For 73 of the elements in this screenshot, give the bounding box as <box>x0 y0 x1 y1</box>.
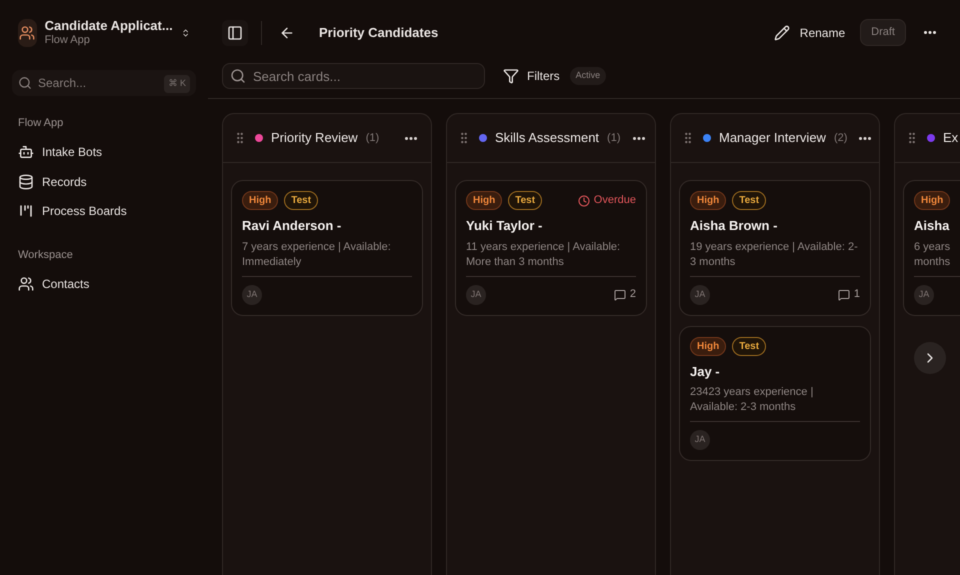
sidebar-item[interactable]: Intake Bots <box>12 138 196 167</box>
pencil-icon <box>774 24 790 40</box>
overdue-label: Overdue <box>594 193 636 208</box>
sidebar-icon <box>227 24 243 40</box>
ellipsis-icon <box>859 136 872 140</box>
status-badge: Draft <box>860 19 906 46</box>
candidate-details: 11 years experience | Available: More than 3 months <box>466 240 622 270</box>
candidate-name: Aisha Brown - <box>690 217 778 235</box>
candidate-details: 6 years months <box>914 240 952 270</box>
priority-badge: High <box>466 191 502 210</box>
column-title: Manager Interview <box>719 129 826 148</box>
tag-badge: Test <box>732 336 766 356</box>
avatar: JA <box>690 284 710 304</box>
sidebar-toggle-button[interactable] <box>222 20 248 46</box>
tag-badge: Test <box>732 191 766 210</box>
ellipsis-icon <box>405 136 417 140</box>
ellipsis-icon <box>924 31 936 34</box>
rename-button[interactable]: Rename <box>774 24 846 42</box>
database-icon <box>18 174 34 190</box>
tag-badge: Test <box>508 191 542 210</box>
priority-badge: High <box>690 191 726 210</box>
search-icon <box>230 68 246 84</box>
sidebar-item[interactable]: Process Boards <box>12 196 196 226</box>
comment-count: 1 <box>854 287 860 302</box>
avatar: JA <box>914 284 934 304</box>
clock-icon <box>578 194 590 206</box>
candidate-card[interactable]: High Test Jay - 23423 years experience | Available: 2-3 months JA <box>679 326 871 461</box>
candidate-details: 7 years experience | Available: Immediately <box>242 240 392 270</box>
column-count: (2) <box>834 130 848 146</box>
users-icon <box>19 25 36 41</box>
candidate-name: Aisha <box>914 217 950 235</box>
workspace-title: Candidate Applicat... <box>44 18 173 34</box>
ellipsis-icon <box>632 136 644 140</box>
sidebar-item[interactable]: Records <box>12 167 196 196</box>
filters-button[interactable]: Filters <box>503 67 560 85</box>
column-title: Skills Assessment <box>495 129 600 148</box>
priority-badge: High <box>914 191 950 210</box>
priority-badge: High <box>690 336 726 356</box>
comment-icon <box>838 288 850 300</box>
candidate-card[interactable]: High Test Aisha Brown - 19 years experience | Available: 2-3 months JA 1 <box>679 180 871 316</box>
tag-badge: Test <box>284 191 318 210</box>
shortcut-hint: ⌘ K <box>164 75 190 92</box>
users-icon <box>18 276 34 292</box>
filters-badge: Active <box>570 67 606 85</box>
avatar: JA <box>242 284 262 304</box>
comment-icon <box>614 288 626 300</box>
avatar: JA <box>690 430 710 450</box>
section-heading: Workspace <box>17 248 74 263</box>
page-title: Priority Candidates <box>319 24 438 42</box>
candidate-details: 23423 years experience | Available: 2-3 months <box>690 385 814 415</box>
workspace-subtitle: Flow App <box>44 34 91 48</box>
avatar: JA <box>466 284 486 304</box>
candidate-card[interactable]: High Aisha 6 years months JA <box>903 180 960 316</box>
bot-icon <box>18 144 34 160</box>
sidebar-item[interactable]: Contacts <box>12 270 196 299</box>
section-heading: Flow App <box>17 116 64 131</box>
candidate-name: Jay - <box>690 362 721 381</box>
filter-icon <box>503 68 519 84</box>
back-arrow-icon <box>279 24 295 40</box>
column-count: (1) <box>607 130 620 146</box>
card-search-field[interactable]: Search cards... <box>222 63 485 89</box>
priority-badge: High <box>242 191 278 210</box>
candidate-details: 19 years experience | Available: 2-3 months <box>690 240 859 270</box>
candidate-card[interactable]: High Test Overdue Yuki Taylor - 11 years experience | Available: More than 3 months JA 2 <box>455 180 647 316</box>
candidate-name: Yuki Taylor - <box>466 217 544 235</box>
comment-count: 2 <box>630 287 636 302</box>
candidate-name: Ravi Anderson - <box>242 217 342 235</box>
column-count: (1) <box>366 130 380 146</box>
column-title: Ex <box>943 129 958 148</box>
candidate-card[interactable]: High Test Ravi Anderson - 7 years experience | Available: Immediately JA <box>231 180 423 316</box>
search-icon <box>18 76 32 90</box>
board-icon <box>18 203 34 220</box>
column-title: Priority Review <box>271 129 358 148</box>
